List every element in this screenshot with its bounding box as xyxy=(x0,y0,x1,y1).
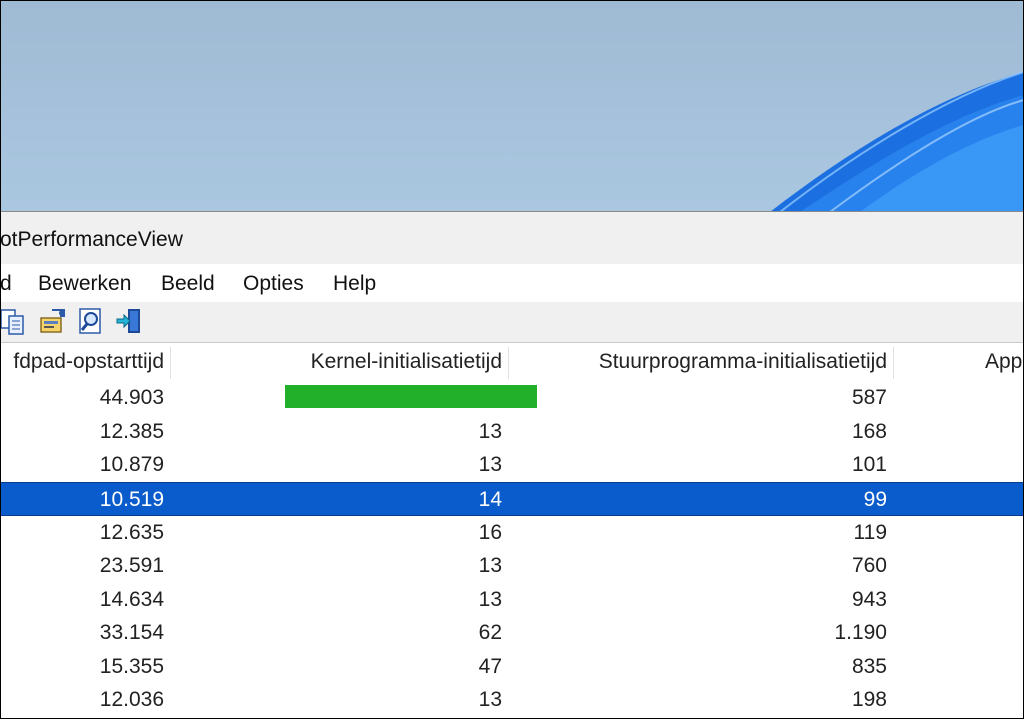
cell-kernel-init: 13 xyxy=(478,420,502,443)
cell-boot-time: 10.879 xyxy=(99,453,164,476)
cell-boot-time: 33.154 xyxy=(99,621,164,644)
column-driver-init[interactable]: Stuurprogramma-initialisatietijd xyxy=(560,343,887,381)
menu-beeld[interactable]: Beeld xyxy=(161,272,215,296)
cell-boot-time: 10.519 xyxy=(99,488,164,511)
cell-boot-time: 12.385 xyxy=(99,420,164,443)
find-icon[interactable] xyxy=(76,306,106,336)
table-row[interactable]: 12.635 16 119 xyxy=(0,516,1024,550)
table-row[interactable]: 14.634 13 943 xyxy=(0,583,1024,617)
cell-driver-init: 99 xyxy=(863,488,887,511)
cell-boot-time: 23.591 xyxy=(99,554,164,577)
cell-driver-init: 943 xyxy=(851,588,887,611)
window-title: otPerformanceView xyxy=(0,228,183,251)
cell-kernel-init: 14 xyxy=(478,488,502,511)
app-window: otPerformanceView d Bewerken Beeld Optie… xyxy=(0,211,1024,720)
cell-driver-init: 835 xyxy=(851,655,887,678)
wallpaper-bloom xyxy=(770,71,1024,212)
column-separator[interactable] xyxy=(170,347,171,379)
cell-driver-init: 168 xyxy=(851,420,887,443)
table-row[interactable]: 23.591 13 760 xyxy=(0,549,1024,583)
cell-kernel-init: 13 xyxy=(478,453,502,476)
cell-kernel-init: 16 xyxy=(478,521,502,544)
cell-kernel-init: 13 xyxy=(478,688,502,711)
desktop-wallpaper xyxy=(0,0,1024,212)
table-row[interactable]: 15.355 47 835 xyxy=(0,650,1024,684)
kernel-bar xyxy=(285,385,537,408)
column-kernel-init[interactable]: Kernel-initialisatietijd xyxy=(280,343,502,381)
table-row-selected[interactable]: 10.519 14 99 xyxy=(0,482,1024,516)
cell-kernel-init: 13 xyxy=(478,554,502,577)
cell-driver-init: 198 xyxy=(851,688,887,711)
table-row[interactable]: 33.154 62 1.190 xyxy=(0,616,1024,650)
cell-driver-init: 587 xyxy=(851,386,887,409)
column-boot-time[interactable]: fdpad-opstarttijd xyxy=(0,343,164,381)
toolbar xyxy=(0,302,1024,343)
cell-kernel-init: 62 xyxy=(478,621,502,644)
table-row[interactable]: 12.036 13 198 xyxy=(0,683,1024,717)
cell-boot-time: 14.634 xyxy=(99,588,164,611)
cell-driver-init: 760 xyxy=(851,554,887,577)
cell-driver-init: 101 xyxy=(851,453,887,476)
cell-boot-time: 12.635 xyxy=(99,521,164,544)
table-row[interactable]: 12.385 13 168 xyxy=(0,415,1024,449)
table-row[interactable]: 44.903 587 xyxy=(0,381,1024,415)
cell-boot-time: 12.036 xyxy=(99,688,164,711)
table-row[interactable]: 10.879 13 101 xyxy=(0,448,1024,482)
column-app[interactable]: App xyxy=(985,343,1022,381)
cell-boot-time: 15.355 xyxy=(99,655,164,678)
column-header: fdpad-opstarttijd Kernel-initialisatieti… xyxy=(0,343,1024,381)
cell-driver-init: 1.190 xyxy=(834,621,887,644)
menu-file[interactable]: d xyxy=(0,272,12,296)
exit-icon[interactable] xyxy=(114,306,144,336)
column-separator[interactable] xyxy=(508,347,509,379)
column-separator[interactable] xyxy=(893,347,894,379)
cell-boot-time: 44.903 xyxy=(99,386,164,409)
menu-bewerken[interactable]: Bewerken xyxy=(38,272,131,296)
copy-icon[interactable] xyxy=(0,306,28,336)
menu-help[interactable]: Help xyxy=(333,272,376,296)
cell-kernel-init: 13 xyxy=(478,588,502,611)
cell-driver-init: 119 xyxy=(853,521,887,544)
menu-opties[interactable]: Opties xyxy=(243,272,304,296)
menu-bar: d Bewerken Beeld Opties Help xyxy=(0,264,1024,302)
cell-kernel-init: 47 xyxy=(478,655,502,678)
title-bar[interactable]: otPerformanceView xyxy=(0,212,1024,264)
properties-icon[interactable] xyxy=(38,306,68,336)
